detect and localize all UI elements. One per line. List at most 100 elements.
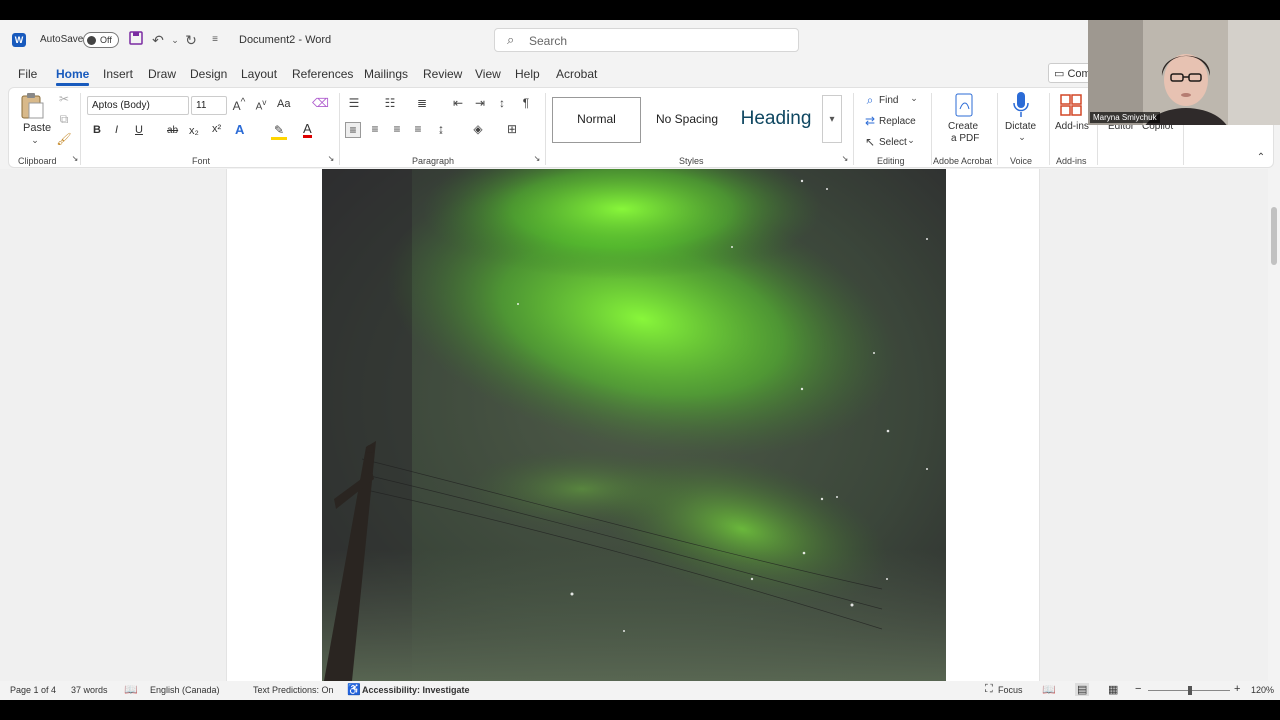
customize-toolbar-icon[interactable]: ≡ bbox=[207, 31, 223, 49]
tab-layout[interactable]: Layout bbox=[241, 67, 277, 81]
save-icon[interactable] bbox=[128, 31, 144, 49]
undo-icon[interactable]: ↶ bbox=[150, 31, 166, 49]
shading-icon[interactable]: ◈ bbox=[470, 122, 486, 136]
bold-button[interactable]: B bbox=[93, 124, 101, 136]
create-pdf-line1[interactable]: Create bbox=[948, 121, 978, 132]
tab-insert[interactable]: Insert bbox=[103, 67, 133, 81]
styles-launcher-icon[interactable]: ↘ bbox=[837, 154, 853, 163]
show-formatting-icon[interactable]: ¶ bbox=[518, 96, 534, 110]
grow-font-icon[interactable]: A^ bbox=[231, 97, 247, 113]
dictate-button[interactable]: Dictate bbox=[1005, 121, 1036, 132]
highlight-icon[interactable]: ✎ bbox=[271, 123, 287, 140]
align-left-icon[interactable]: ≡ bbox=[345, 122, 361, 138]
page-count[interactable]: Page 1 of 4 bbox=[10, 685, 56, 695]
increase-indent-icon[interactable]: ⇥ bbox=[472, 96, 488, 110]
strikethrough-button[interactable]: ab bbox=[167, 125, 178, 136]
subscript-button[interactable]: x₂ bbox=[189, 125, 199, 137]
style-heading[interactable]: Heading bbox=[733, 97, 819, 143]
tab-home[interactable]: Home bbox=[56, 67, 90, 86]
scrollbar-thumb[interactable] bbox=[1271, 207, 1277, 265]
paste-button[interactable]: Paste bbox=[23, 122, 51, 134]
tab-draw[interactable]: Draw bbox=[148, 67, 176, 81]
select-icon[interactable]: ↖ bbox=[862, 135, 878, 149]
tab-mailings[interactable]: Mailings bbox=[364, 67, 408, 81]
create-pdf-line2[interactable]: a PDF bbox=[951, 133, 979, 144]
replace-button[interactable]: Replace bbox=[879, 116, 916, 127]
addins-button[interactable]: Add-ins bbox=[1055, 121, 1089, 132]
focus-icon[interactable]: ⛶ bbox=[985, 683, 993, 696]
decrease-indent-icon[interactable]: ⇤ bbox=[450, 96, 466, 110]
undo-dropdown-icon[interactable]: ⌄ bbox=[167, 31, 183, 49]
line-spacing-icon[interactable]: ↨ bbox=[433, 122, 449, 136]
focus-button[interactable]: Focus bbox=[998, 685, 1023, 695]
paste-dropdown-icon[interactable]: ⌄ bbox=[27, 135, 43, 146]
addins-icon[interactable] bbox=[1060, 94, 1082, 116]
pdf-icon[interactable] bbox=[954, 93, 978, 119]
bullets-icon[interactable]: ☰ bbox=[346, 96, 362, 110]
document-page[interactable] bbox=[226, 169, 1040, 681]
search-box[interactable]: ⌕ Search bbox=[494, 28, 799, 52]
zoom-slider-thumb[interactable] bbox=[1188, 686, 1192, 695]
word-count[interactable]: 37 words bbox=[71, 685, 108, 695]
autosave-toggle[interactable]: Off bbox=[83, 32, 119, 48]
tab-review[interactable]: Review bbox=[423, 67, 462, 81]
style-normal[interactable]: Normal bbox=[552, 97, 641, 143]
aurora-photo[interactable] bbox=[322, 169, 946, 681]
collapse-ribbon-icon[interactable]: ⌃ bbox=[1253, 152, 1269, 163]
proofing-icon[interactable]: 📖 bbox=[124, 683, 138, 696]
change-case-button[interactable]: Aa bbox=[277, 98, 290, 110]
accessibility-status[interactable]: Accessibility: Investigate bbox=[362, 685, 470, 695]
style-no-spacing[interactable]: No Spacing bbox=[645, 97, 729, 143]
web-layout-icon[interactable]: ▦ bbox=[1108, 683, 1118, 696]
font-name-dropdown[interactable]: Aptos (Body) bbox=[87, 96, 189, 115]
copy-icon[interactable]: ⧉ bbox=[56, 112, 72, 127]
tab-acrobat[interactable]: Acrobat bbox=[556, 67, 597, 81]
tab-help[interactable]: Help bbox=[515, 67, 540, 81]
vertical-scrollbar[interactable] bbox=[1268, 169, 1280, 681]
align-center-icon[interactable]: ≡ bbox=[367, 122, 383, 136]
select-dropdown-icon[interactable]: ⌄ bbox=[903, 135, 919, 146]
font-size-dropdown[interactable]: 11 bbox=[191, 96, 227, 115]
replace-icon[interactable]: ⇄ bbox=[862, 114, 878, 128]
read-mode-icon[interactable]: 📖 bbox=[1042, 683, 1056, 696]
tab-references[interactable]: References bbox=[292, 67, 353, 81]
text-predictions[interactable]: Text Predictions: On bbox=[253, 685, 334, 695]
find-button[interactable]: Find bbox=[879, 95, 898, 106]
microphone-icon[interactable] bbox=[1012, 91, 1032, 119]
align-right-icon[interactable]: ≡ bbox=[389, 122, 405, 136]
styles-more-icon[interactable]: ▾ bbox=[822, 95, 842, 143]
tab-file[interactable]: File bbox=[18, 67, 37, 81]
sort-icon[interactable]: ↕ bbox=[494, 96, 510, 110]
justify-icon[interactable]: ≡ bbox=[410, 122, 426, 136]
find-dropdown-icon[interactable]: ⌄ bbox=[906, 93, 922, 104]
find-icon[interactable]: ⌕ bbox=[862, 93, 878, 108]
font-color-button[interactable]: A bbox=[303, 122, 312, 138]
text-effects-button[interactable]: A bbox=[235, 122, 244, 137]
paragraph-launcher-icon[interactable]: ↘ bbox=[529, 154, 545, 163]
dictate-dropdown-icon[interactable]: ⌄ bbox=[1014, 132, 1030, 143]
tab-view[interactable]: View bbox=[475, 67, 501, 81]
voice-group-label: Voice bbox=[1010, 156, 1033, 166]
redo-icon[interactable]: ↻ bbox=[183, 31, 199, 49]
font-launcher-icon[interactable]: ↘ bbox=[323, 154, 339, 163]
borders-icon[interactable]: ⊞ bbox=[504, 122, 520, 136]
multilevel-list-icon[interactable]: ≣ bbox=[414, 96, 430, 110]
italic-button[interactable]: I bbox=[115, 124, 118, 136]
cut-icon[interactable]: ✂ bbox=[56, 92, 72, 106]
zoom-level[interactable]: 120% bbox=[1251, 685, 1274, 695]
print-layout-icon[interactable]: ▤ bbox=[1075, 683, 1090, 696]
tab-design[interactable]: Design bbox=[190, 67, 227, 81]
zoom-in-icon[interactable]: + bbox=[1234, 683, 1240, 695]
language-indicator[interactable]: English (Canada) bbox=[150, 685, 220, 695]
toggle-knob bbox=[87, 36, 96, 45]
paste-icon[interactable] bbox=[19, 92, 53, 122]
underline-button[interactable]: U bbox=[135, 124, 143, 136]
clear-formatting-icon[interactable]: ⌫ bbox=[312, 96, 329, 110]
shrink-font-icon[interactable]: Av bbox=[253, 97, 269, 112]
accessibility-icon[interactable]: ♿ bbox=[347, 683, 361, 696]
format-painter-icon[interactable]: 🖌 bbox=[56, 132, 72, 146]
numbering-icon[interactable]: ☷ bbox=[382, 96, 398, 110]
zoom-out-icon[interactable]: − bbox=[1135, 683, 1141, 695]
word-logo-icon[interactable]: W bbox=[12, 33, 26, 47]
superscript-button[interactable]: x² bbox=[212, 123, 221, 135]
